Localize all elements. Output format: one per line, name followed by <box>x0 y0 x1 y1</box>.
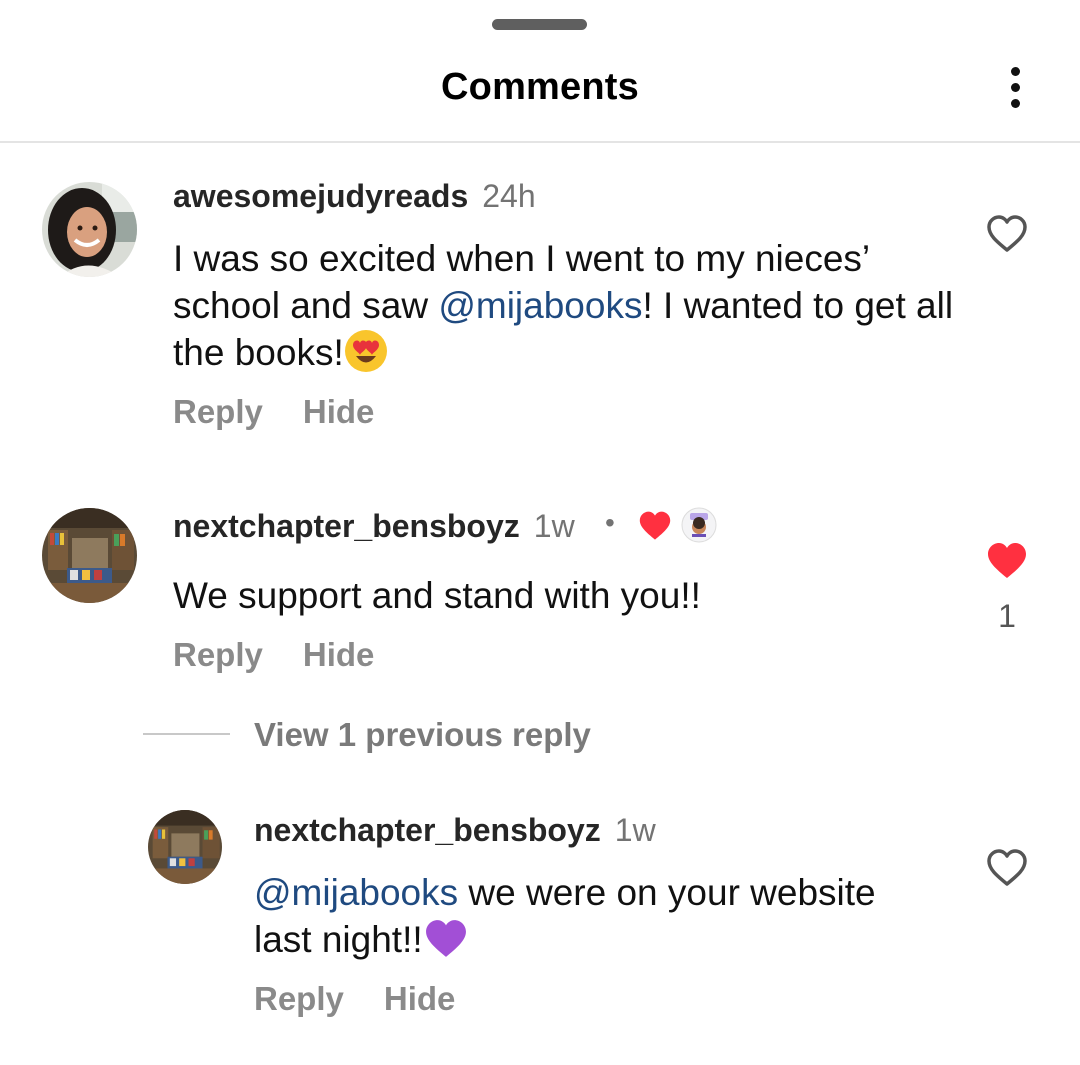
divider <box>143 733 230 735</box>
heart-outline-icon[interactable] <box>986 848 1028 893</box>
heart-eyes-emoji <box>344 329 388 384</box>
comment-timestamp: 1w <box>614 812 656 848</box>
comment-timestamp: 1w <box>533 508 575 544</box>
reply-button[interactable]: Reply <box>254 980 344 1017</box>
mention-link[interactable]: @mijabooks <box>254 872 458 913</box>
comment-actions: Reply Hide <box>173 393 374 431</box>
comment-meta: nextchapter_bensboyz 1w <box>254 812 656 849</box>
comment-username[interactable]: nextchapter_bensboyz <box>173 508 520 544</box>
comment-username[interactable]: nextchapter_bensboyz <box>254 812 601 848</box>
hide-button[interactable]: Hide <box>303 636 375 673</box>
more-vertical-icon[interactable] <box>996 64 1036 112</box>
comment-text: I was so excited when I went to my niece… <box>173 235 963 384</box>
hide-button[interactable]: Hide <box>303 393 375 430</box>
comments-sheet: Comments awesomejudyreads 24h I was so ex… <box>0 0 1080 1065</box>
comment-timestamp: 24h <box>482 178 536 214</box>
comment-text: @mijabooks we were on your website last n… <box>254 869 954 971</box>
comment-actions: Reply Hide <box>173 636 374 674</box>
comment-actions: Reply Hide <box>254 980 455 1018</box>
comment-text: We support and stand with you!! <box>173 575 701 616</box>
view-replies-label[interactable]: View 1 previous reply <box>254 716 591 754</box>
like-count: 1 <box>998 598 1016 634</box>
avatar[interactable] <box>42 508 137 603</box>
purple-heart-emoji <box>423 918 469 971</box>
heart-filled-icon <box>638 510 672 547</box>
page-title: Comments <box>441 66 639 108</box>
mention-link[interactable]: @mijabooks <box>438 285 642 326</box>
heart-filled-icon[interactable] <box>986 541 1028 586</box>
avatar[interactable] <box>148 810 222 884</box>
reply-button[interactable]: Reply <box>173 636 263 673</box>
hide-button[interactable]: Hide <box>384 980 456 1017</box>
comment-meta: nextchapter_bensboyz 1w <box>173 508 575 545</box>
reply-button[interactable]: Reply <box>173 393 263 430</box>
comment-meta: awesomejudyreads 24h <box>173 178 536 215</box>
comments-header: Comments <box>0 0 1080 143</box>
comment-username[interactable]: awesomejudyreads <box>173 178 468 214</box>
drag-handle[interactable] <box>492 19 587 30</box>
creator-avatar-icon <box>681 507 717 548</box>
separator-dot: • <box>605 507 615 538</box>
heart-outline-icon[interactable] <box>986 214 1028 259</box>
avatar[interactable] <box>42 182 137 277</box>
